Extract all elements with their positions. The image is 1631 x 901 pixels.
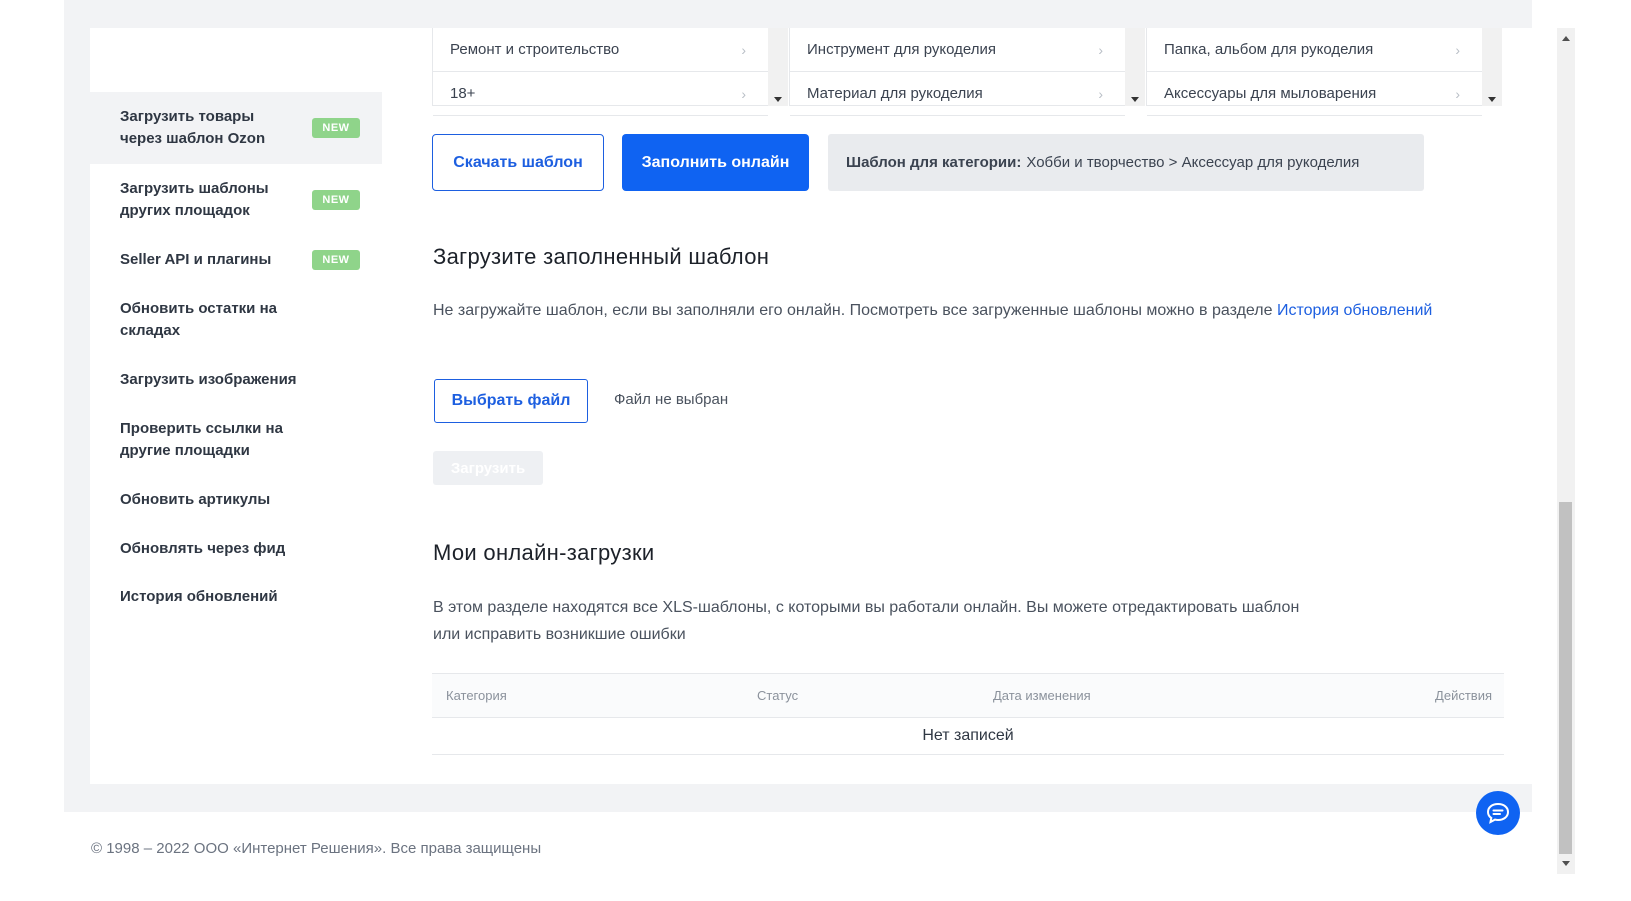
sidebar-item-update-stocks[interactable]: Обновить остатки на складах <box>90 284 382 356</box>
category-column-1: Ремонт и строительство › 18+ › <box>432 28 788 116</box>
category-option-label: Ремонт и строительство <box>450 41 620 58</box>
sidebar-item-label: Загрузить изображения <box>120 371 297 388</box>
scroll-down-arrow-icon[interactable] <box>1488 97 1496 102</box>
upload-button[interactable]: Загрузить <box>433 451 543 485</box>
category-scrollbar[interactable] <box>1125 28 1145 106</box>
sidebar-item-label: Обновлять через фид <box>120 539 286 557</box>
chat-icon <box>1486 802 1510 824</box>
category-option[interactable]: Папка, альбом для рукоделия › <box>1147 28 1482 72</box>
table-header: Категория Статус Дата изменения Действия <box>432 673 1504 718</box>
column-header-date[interactable]: Дата изменения <box>993 688 1091 703</box>
scroll-down-arrow-icon[interactable] <box>1562 861 1570 866</box>
category-scrollbar[interactable] <box>1482 28 1502 106</box>
sidebar-item-feed[interactable]: Обновлять через фид <box>90 524 382 573</box>
category-option[interactable]: 18+ › <box>433 72 768 116</box>
sidebar: Загрузить товары через шаблон Ozon NEW З… <box>90 92 382 621</box>
sidebar-item-other-marketplaces[interactable]: Загрузить шаблоны других площадок NEW <box>90 164 382 236</box>
category-option-label: Инструмент для рукоделия <box>807 41 996 58</box>
sidebar-item-ozon-template[interactable]: Загрузить товары через шаблон Ozon NEW <box>90 92 382 164</box>
sidebar-item-upload-images[interactable]: Загрузить изображения <box>90 356 382 404</box>
category-option[interactable]: Ремонт и строительство › <box>433 28 768 72</box>
new-badge: NEW <box>312 118 360 138</box>
upload-section-title: Загрузите заполненный шаблон <box>433 244 770 269</box>
online-uploads-description: В этом разделе находятся все XLS-шаблоны… <box>433 594 1433 648</box>
new-badge: NEW <box>312 250 360 270</box>
table-empty-message: Нет записей <box>432 718 1504 755</box>
upload-description-text: Не загружайте шаблон, если вы заполняли … <box>433 302 1277 319</box>
category-option-label: Папка, альбом для рукоделия <box>1164 41 1374 58</box>
scrollbar-thumb[interactable] <box>1559 502 1572 854</box>
chevron-right-icon: › <box>741 41 746 58</box>
category-option[interactable]: Материал для рукоделия › <box>790 72 1125 116</box>
sidebar-item-update-articles[interactable]: Обновить артикулы <box>90 476 382 524</box>
sidebar-item-label: Проверить ссылки на другие площадки <box>120 420 283 459</box>
category-column-3: Папка, альбом для рукоделия › Аксессуары … <box>1146 28 1502 116</box>
chevron-right-icon: › <box>1455 85 1460 102</box>
online-uploads-text-line1: В этом разделе находятся все XLS-шаблоны… <box>433 599 1300 616</box>
sidebar-item-seller-api[interactable]: Seller API и плагины NEW <box>90 236 382 284</box>
sidebar-item-label: Загрузить товары через шаблон Ozon <box>120 108 266 147</box>
category-option-label: Материал для рукоделия <box>807 85 983 102</box>
chevron-right-icon: › <box>1098 41 1103 58</box>
online-uploads-table: Категория Статус Дата изменения Действия… <box>432 673 1504 755</box>
template-category-value: Хобби и творчество > Аксессуар для рукод… <box>1026 154 1360 171</box>
online-uploads-title: Мои онлайн-загрузки <box>433 540 655 565</box>
scroll-down-arrow-icon[interactable] <box>1131 97 1139 102</box>
choose-file-button[interactable]: Выбрать файл <box>434 379 588 423</box>
online-uploads-text-line2: или исправить возникшие ошибки <box>433 626 686 643</box>
sidebar-item-label: Обновить артикулы <box>120 491 271 508</box>
column-header-status[interactable]: Статус <box>757 688 798 703</box>
history-link[interactable]: История обновлений <box>1277 302 1432 319</box>
sidebar-item-label: Seller API и плагины <box>120 251 272 268</box>
template-category-info: Шаблон для категории: Хобби и творчество… <box>828 134 1424 191</box>
sidebar-item-label: Обновить остатки на складах <box>120 300 277 339</box>
file-status-text: Файл не выбран <box>614 391 729 408</box>
sidebar-item-history[interactable]: История обновлений <box>90 573 382 621</box>
chevron-right-icon: › <box>741 85 746 102</box>
new-badge: NEW <box>312 190 360 210</box>
column-header-category[interactable]: Категория <box>446 688 507 703</box>
scroll-up-arrow-icon[interactable] <box>1562 36 1570 41</box>
category-option[interactable]: Аксессуары для мыловарения › <box>1147 72 1482 116</box>
category-column-2: Инструмент для рукоделия › Материал для р… <box>789 28 1145 116</box>
category-option-label: Аксессуары для мыловарения <box>1164 85 1377 102</box>
fill-online-button[interactable]: Заполнить онлайн <box>622 134 809 191</box>
sidebar-item-label: История обновлений <box>120 588 278 605</box>
chevron-right-icon: › <box>1455 41 1460 58</box>
scroll-down-arrow-icon[interactable] <box>774 97 782 102</box>
template-category-label: Шаблон для категории: <box>846 154 1022 171</box>
category-scrollbar[interactable] <box>768 28 788 106</box>
footer-copyright: © 1998 – 2022 ООО «Интернет Решения». Вс… <box>91 840 542 857</box>
download-template-button[interactable]: Скачать шаблон <box>432 134 604 191</box>
category-option-label: 18+ <box>450 85 476 102</box>
category-option[interactable]: Инструмент для рукоделия › <box>790 28 1125 72</box>
chat-button[interactable] <box>1476 791 1520 835</box>
upload-description: Не загружайте шаблон, если вы заполняли … <box>433 297 1493 324</box>
page-scrollbar[interactable] <box>1557 28 1575 874</box>
column-header-actions: Действия <box>1435 688 1492 703</box>
chevron-right-icon: › <box>1098 85 1103 102</box>
sidebar-item-label: Загрузить шаблоны других площадок <box>120 180 269 219</box>
sidebar-item-check-links[interactable]: Проверить ссылки на другие площадки <box>90 404 382 476</box>
